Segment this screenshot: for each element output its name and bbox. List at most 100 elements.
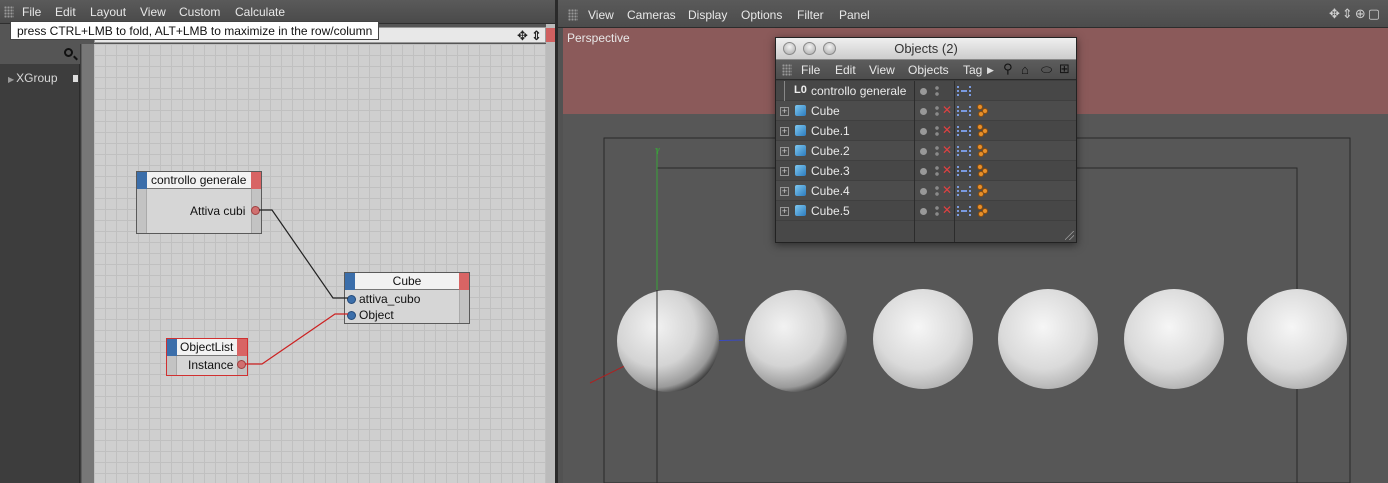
grip-icon[interactable]: [568, 9, 578, 21]
visibility-dots-icon[interactable]: [934, 165, 940, 178]
search-icon[interactable]: ⚲: [1003, 61, 1013, 77]
expand-plus-icon[interactable]: +: [780, 187, 789, 196]
enabled-cross-icon[interactable]: ✕: [942, 143, 952, 157]
object-row[interactable]: + Cube.3 ✕: [776, 161, 1076, 181]
menu-custom[interactable]: Custom: [179, 5, 220, 19]
move-icon[interactable]: ✥: [517, 28, 528, 44]
sphere-2[interactable]: [873, 289, 973, 389]
xpresso-tag-icon[interactable]: [957, 186, 971, 196]
material-tag-icon[interactable]: [977, 144, 991, 158]
node-input-port[interactable]: [137, 172, 147, 189]
visibility-dots-icon[interactable]: [934, 185, 940, 198]
layer-dot-icon[interactable]: [920, 168, 927, 175]
xpresso-tag-icon[interactable]: [957, 126, 971, 136]
tree-item-xgroup[interactable]: ▶ XGroup: [8, 71, 58, 85]
object-row[interactable]: L0 controllo generale: [776, 81, 1076, 101]
node-input-port[interactable]: [167, 339, 177, 356]
search-icon[interactable]: [64, 48, 73, 57]
menu-file[interactable]: File: [22, 5, 41, 19]
menu-edit[interactable]: Edit: [55, 5, 76, 19]
menu-view[interactable]: View: [588, 8, 614, 22]
visibility-dots-icon[interactable]: [934, 205, 940, 218]
node-output-port[interactable]: [459, 273, 469, 290]
enabled-cross-icon[interactable]: ✕: [942, 103, 952, 117]
visibility-dots-icon[interactable]: [934, 125, 940, 138]
sphere-1[interactable]: [745, 290, 847, 392]
object-row[interactable]: + Cube.2 ✕: [776, 141, 1076, 161]
menu-file[interactable]: File: [801, 63, 820, 77]
material-tag-icon[interactable]: [977, 164, 991, 178]
grip-icon[interactable]: [782, 64, 792, 76]
menu-options[interactable]: Options: [741, 8, 782, 22]
layer-dot-icon[interactable]: [920, 188, 927, 195]
enabled-cross-icon[interactable]: ✕: [942, 123, 952, 137]
objects-manager-window[interactable]: Objects (2) File Edit View Objects Tag ▶…: [775, 37, 1077, 243]
menu-tag[interactable]: Tag: [963, 63, 982, 77]
expand-triangle-icon[interactable]: ▶: [8, 75, 14, 84]
node-objectlist[interactable]: ObjectList Instance: [166, 338, 248, 376]
checkbox-icon[interactable]: [73, 75, 78, 82]
node-title-bar[interactable]: Cube: [345, 273, 469, 290]
object-name[interactable]: Cube.4: [811, 184, 850, 198]
output-port-dot[interactable]: [237, 360, 246, 369]
material-tag-icon[interactable]: [977, 204, 991, 218]
visibility-dots-icon[interactable]: [934, 85, 940, 98]
object-row[interactable]: + Cube.5 ✕: [776, 201, 1076, 221]
viewport-nav-icons[interactable]: ✥⇕⊕▢: [1329, 6, 1382, 22]
visibility-dots-icon[interactable]: [934, 145, 940, 158]
expand-plus-icon[interactable]: +: [780, 107, 789, 116]
layer-dot-icon[interactable]: [920, 108, 927, 115]
xpresso-tag-icon[interactable]: [957, 166, 971, 176]
xpresso-tag-icon[interactable]: [957, 206, 971, 216]
expand-plus-icon[interactable]: +: [780, 147, 789, 156]
expand-plus-icon[interactable]: +: [780, 127, 789, 136]
menu-view[interactable]: View: [140, 5, 166, 19]
material-tag-icon[interactable]: [977, 184, 991, 198]
resize-grip-icon[interactable]: [1065, 231, 1074, 240]
enabled-cross-icon[interactable]: ✕: [942, 183, 952, 197]
sphere-3[interactable]: [998, 289, 1098, 389]
input-port-dot[interactable]: [347, 311, 356, 320]
menu-panel[interactable]: Panel: [839, 8, 870, 22]
layer-dot-icon[interactable]: [920, 128, 927, 135]
material-tag-icon[interactable]: [977, 124, 991, 138]
layer-dot-icon[interactable]: [920, 88, 927, 95]
xpresso-tag-icon[interactable]: [957, 106, 971, 116]
menu-layout[interactable]: Layout: [90, 5, 126, 19]
menu-objects[interactable]: Objects: [908, 63, 949, 77]
node-controllo-generale[interactable]: controllo generale Attiva cubi: [136, 171, 262, 234]
node-output-port[interactable]: [251, 172, 261, 189]
new-window-icon[interactable]: ⊞: [1059, 61, 1070, 77]
object-name[interactable]: controllo generale: [811, 84, 906, 98]
node-cube[interactable]: Cube attiva_cubo Object: [344, 272, 470, 324]
object-name[interactable]: Cube.1: [811, 124, 850, 138]
folder-icon[interactable]: ⬭: [1041, 62, 1052, 78]
menu-edit[interactable]: Edit: [835, 63, 856, 77]
node-title-bar[interactable]: ObjectList: [167, 339, 247, 356]
visibility-dots-icon[interactable]: [934, 105, 940, 118]
sphere-4[interactable]: [1124, 289, 1224, 389]
node-graph-canvas[interactable]: [94, 44, 546, 483]
object-row[interactable]: + Cube.1 ✕: [776, 121, 1076, 141]
sphere-5[interactable]: [1247, 289, 1347, 389]
menu-filter[interactable]: Filter: [797, 8, 824, 22]
arrow-down-icon[interactable]: ⇕: [531, 28, 542, 44]
object-name[interactable]: Cube.5: [811, 204, 850, 218]
enabled-cross-icon[interactable]: ✕: [942, 203, 952, 217]
menu-display[interactable]: Display: [688, 8, 727, 22]
object-row[interactable]: + Cube ✕: [776, 101, 1076, 121]
xpresso-tag-icon[interactable]: [957, 146, 971, 156]
enabled-cross-icon[interactable]: ✕: [942, 163, 952, 177]
sphere-0[interactable]: [617, 290, 719, 392]
menu-overflow-icon[interactable]: ▶: [987, 65, 994, 76]
xpresso-tag-icon[interactable]: [957, 86, 971, 96]
object-row[interactable]: + Cube.4 ✕: [776, 181, 1076, 201]
graph-scrollbar[interactable]: [81, 44, 94, 483]
object-name[interactable]: Cube.2: [811, 144, 850, 158]
objects-titlebar[interactable]: Objects (2): [776, 38, 1076, 60]
grip-icon[interactable]: [4, 6, 14, 18]
expand-plus-icon[interactable]: +: [780, 207, 789, 216]
output-port-dot[interactable]: [251, 206, 260, 215]
node-output-port[interactable]: [237, 339, 247, 356]
home-icon[interactable]: ⌂: [1021, 62, 1029, 77]
